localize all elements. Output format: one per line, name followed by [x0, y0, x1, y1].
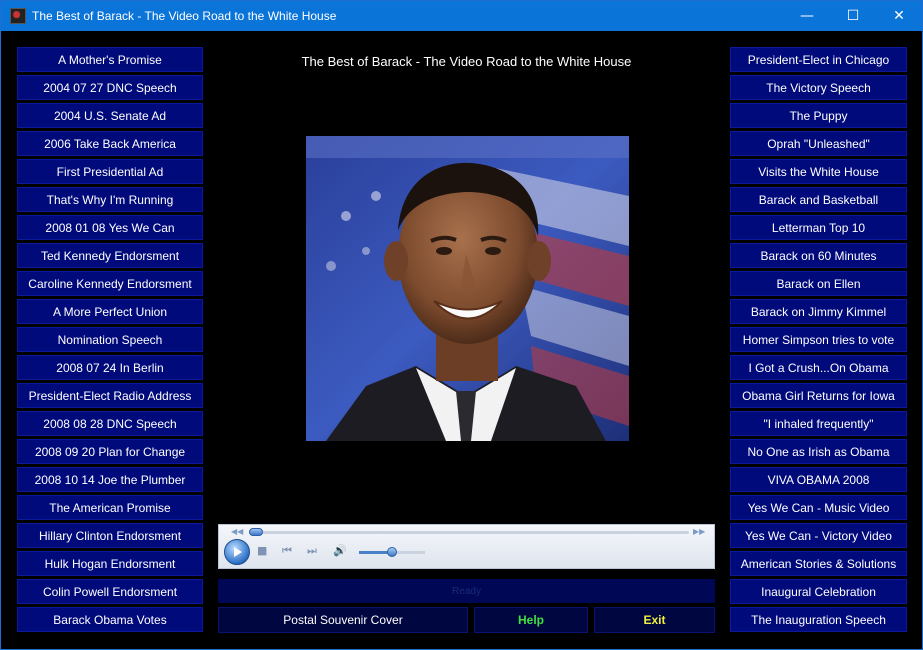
- right-video-button[interactable]: Barack on Jimmy Kimmel: [730, 299, 907, 324]
- left-video-button[interactable]: Caroline Kennedy Endorsment: [17, 271, 203, 296]
- exit-button[interactable]: Exit: [594, 607, 715, 633]
- right-video-button[interactable]: President-Elect in Chicago: [730, 47, 907, 72]
- left-video-button[interactable]: 2008 08 28 DNC Speech: [17, 411, 203, 436]
- left-video-button[interactable]: Colin Powell Endorsment: [17, 579, 203, 604]
- left-video-button[interactable]: 2008 09 20 Plan for Change: [17, 439, 203, 464]
- left-video-button[interactable]: 2004 U.S. Senate Ad: [17, 103, 203, 128]
- right-video-button[interactable]: The Victory Speech: [730, 75, 907, 100]
- play-icon: [234, 547, 242, 557]
- right-video-button[interactable]: Inaugural Celebration: [730, 579, 907, 604]
- left-video-button[interactable]: That's Why I'm Running: [17, 187, 203, 212]
- right-video-button[interactable]: Barack and Basketball: [730, 187, 907, 212]
- app-window: The Best of Barack - The Video Road to t…: [0, 0, 923, 650]
- left-video-button[interactable]: The American Promise: [17, 495, 203, 520]
- media-player-controls: ◀◀ ▶▶ ■ ⏮ ⏭ 🔊: [218, 524, 715, 569]
- left-video-button[interactable]: 2008 10 14 Joe the Plumber: [17, 467, 203, 492]
- right-video-button[interactable]: Visits the White House: [730, 159, 907, 184]
- volume-thumb[interactable]: [387, 547, 397, 557]
- play-button[interactable]: [224, 539, 250, 565]
- left-video-button[interactable]: A More Perfect Union: [17, 299, 203, 324]
- right-video-button[interactable]: The Inauguration Speech: [730, 607, 907, 632]
- seek-thumb[interactable]: [249, 528, 263, 536]
- minimize-button[interactable]: —: [784, 1, 830, 31]
- title-bar[interactable]: The Best of Barack - The Video Road to t…: [1, 1, 922, 31]
- window-title: The Best of Barack - The Video Road to t…: [32, 9, 337, 23]
- client-area: A Mother's Promise 2004 07 27 DNC Speech 2…: [1, 31, 922, 649]
- fast-forward-icon[interactable]: ▶▶: [693, 527, 705, 536]
- close-button[interactable]: ✕: [876, 1, 922, 31]
- right-video-button[interactable]: American Stories & Solutions: [730, 551, 907, 576]
- right-video-button[interactable]: Barack on 60 Minutes: [730, 243, 907, 268]
- right-video-button[interactable]: Yes We Can - Victory Video: [730, 523, 907, 548]
- left-video-button[interactable]: 2004 07 27 DNC Speech: [17, 75, 203, 100]
- left-video-button[interactable]: Ted Kennedy Endorsment: [17, 243, 203, 268]
- right-video-button[interactable]: VIVA OBAMA 2008: [730, 467, 907, 492]
- right-video-button[interactable]: Obama Girl Returns for Iowa: [730, 383, 907, 408]
- right-video-button[interactable]: Letterman Top 10: [730, 215, 907, 240]
- maximize-button[interactable]: ☐: [830, 1, 876, 31]
- right-video-button[interactable]: Homer Simpson tries to vote: [730, 327, 907, 352]
- left-video-button[interactable]: Hillary Clinton Endorsment: [17, 523, 203, 548]
- left-video-button[interactable]: President-Elect Radio Address: [17, 383, 203, 408]
- left-video-button[interactable]: 2006 Take Back America: [17, 131, 203, 156]
- right-video-button[interactable]: "I inhaled frequently": [730, 411, 907, 436]
- right-video-button[interactable]: Oprah "Unleashed": [730, 131, 907, 156]
- app-icon: [10, 8, 26, 24]
- video-title: The Best of Barack - The Video Road to t…: [301, 54, 632, 69]
- volume-icon[interactable]: 🔊: [333, 544, 347, 557]
- left-video-button[interactable]: First Presidential Ad: [17, 159, 203, 184]
- obama-portrait-image: [306, 136, 629, 441]
- right-video-button[interactable]: Barack on Ellen: [730, 271, 907, 296]
- right-video-button[interactable]: Yes We Can - Music Video: [730, 495, 907, 520]
- previous-icon[interactable]: ⏮: [282, 544, 292, 558]
- next-icon[interactable]: ⏭: [307, 544, 317, 558]
- rewind-icon[interactable]: ◀◀: [231, 527, 243, 536]
- left-video-button[interactable]: Hulk Hogan Endorsment: [17, 551, 203, 576]
- help-button[interactable]: Help: [474, 607, 588, 633]
- status-bar: Ready: [218, 579, 715, 603]
- left-video-button[interactable]: A Mother's Promise: [17, 47, 203, 72]
- postal-souvenir-button[interactable]: Postal Souvenir Cover: [218, 607, 468, 633]
- left-video-button[interactable]: 2008 01 08 Yes We Can: [17, 215, 203, 240]
- stop-icon[interactable]: ■: [257, 544, 267, 557]
- seek-bar[interactable]: [249, 531, 689, 534]
- left-video-button[interactable]: 2008 07 24 In Berlin: [17, 355, 203, 380]
- right-video-button[interactable]: No One as Irish as Obama: [730, 439, 907, 464]
- right-video-button[interactable]: The Puppy: [730, 103, 907, 128]
- right-video-button[interactable]: I Got a Crush...On Obama: [730, 355, 907, 380]
- left-video-button[interactable]: Nomination Speech: [17, 327, 203, 352]
- left-video-button[interactable]: Barack Obama Votes: [17, 607, 203, 632]
